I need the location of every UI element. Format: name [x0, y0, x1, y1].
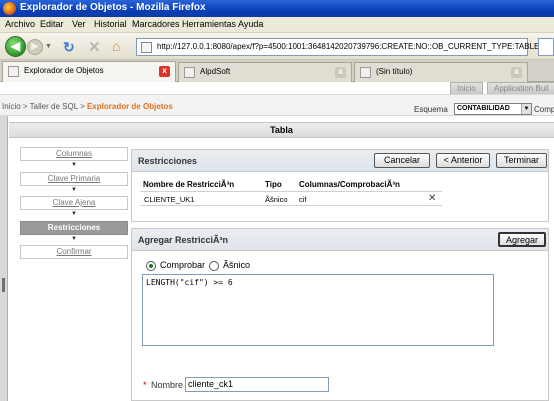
- menu-marcadores[interactable]: Marcadores: [132, 19, 180, 29]
- close-icon[interactable]: x: [511, 67, 522, 78]
- page-icon: [184, 67, 195, 78]
- page-icon: [8, 66, 19, 77]
- name-label: Nombre: [151, 380, 184, 390]
- constraints-title: Restricciones: [138, 156, 198, 166]
- add-button[interactable]: Agregar: [498, 232, 546, 247]
- constraint-name-input[interactable]: cliente_ck1: [185, 377, 329, 392]
- comp-label: Comp: [534, 105, 554, 114]
- previous-button[interactable]: < Anterior: [436, 153, 490, 168]
- schema-value: CONTABILIDAD: [457, 105, 510, 112]
- wizard-step-clave-ajena[interactable]: Clave Ajena: [20, 196, 128, 210]
- radio-unico-label: Ãšnico: [223, 260, 251, 270]
- tab-alpdsoft[interactable]: AlpdSoft x: [178, 62, 352, 82]
- tab-explorador[interactable]: Explorador de Objetos x: [2, 61, 176, 82]
- chevron-down-icon: ▼: [521, 104, 531, 114]
- chevron-down-icon: ▼: [71, 187, 77, 193]
- schema-label: Esquema: [414, 105, 448, 114]
- radio-comprobar-label: Comprobar: [160, 260, 206, 270]
- cancel-button[interactable]: Cancelar: [374, 153, 430, 168]
- region-title: Tabla: [270, 125, 293, 135]
- url-text: http://127.0.0.1:8080/apex/f?p=4500:1001…: [157, 42, 540, 51]
- tab-sin-titulo[interactable]: (Sin título) x: [354, 62, 528, 82]
- schema-select[interactable]: CONTABILIDAD ▼: [454, 103, 532, 115]
- chevron-down-icon: ▼: [71, 211, 77, 217]
- menu-herramientas[interactable]: Herramientas: [182, 19, 236, 29]
- window-titlebar: Explorador de Objetos - Mozilla Firefox: [0, 0, 554, 17]
- condition-textarea[interactable]: LENGTH("cif") >= 6: [142, 274, 494, 346]
- delete-icon[interactable]: ✕: [428, 193, 436, 204]
- apex-tab-inicio[interactable]: Inicio: [450, 82, 483, 94]
- tab-label: Explorador de Objetos: [24, 66, 104, 75]
- menu-ver[interactable]: Ver: [72, 19, 86, 29]
- menu-bar: Archivo Editar Ver Historial Marcadores …: [0, 17, 554, 33]
- column-header-type: Tipo: [265, 180, 282, 189]
- left-margin: [0, 116, 8, 401]
- splitter-grip[interactable]: [2, 278, 5, 292]
- table-row: CLIENTE_UK1 Ãšnico cif ✕: [140, 191, 442, 206]
- window-title: Explorador de Objetos - Mozilla Firefox: [20, 2, 206, 13]
- region-header: Tabla: [9, 122, 554, 138]
- reload-icon[interactable]: ↻: [63, 39, 75, 56]
- tab-label: AlpdSoft: [200, 67, 231, 76]
- constraints-header: Restricciones Cancelar < Anterior Termin…: [132, 150, 548, 172]
- page-icon: [360, 67, 371, 78]
- radio-comprobar[interactable]: [146, 261, 156, 271]
- menu-editar[interactable]: Editar: [40, 19, 64, 29]
- radio-unico[interactable]: [209, 261, 219, 271]
- wizard-step-columnas[interactable]: Columnas: [20, 147, 128, 161]
- chevron-down-icon: ▼: [71, 162, 77, 168]
- breadcrumb-current: Explorador de Objetos: [86, 102, 173, 111]
- constraint-type: Ãšnico: [265, 195, 288, 204]
- back-arrow-icon[interactable]: ◀: [5, 36, 26, 57]
- breadcrumb-separator: >: [77, 102, 87, 111]
- firefox-icon: [3, 2, 16, 15]
- breadcrumb-bar: Inicio > Taller de SQL > Explorador de O…: [0, 94, 554, 116]
- apex-header: Inicio Application Buil: [0, 82, 554, 94]
- menu-ayuda[interactable]: Ayuda: [238, 19, 263, 29]
- column-header-columns: Columnas/ComprobaciÃ³n: [299, 180, 400, 189]
- tab-strip: Explorador de Objetos x AlpdSoft x (Sin …: [0, 60, 554, 82]
- breadcrumb: Inicio > Taller de SQL > Explorador de O…: [2, 102, 173, 111]
- breadcrumb-taller-sql[interactable]: Taller de SQL: [30, 102, 78, 111]
- url-bar[interactable]: http://127.0.0.1:8080/apex/f?p=4500:1001…: [136, 38, 539, 56]
- forward-arrow-icon[interactable]: ▶: [27, 39, 43, 55]
- wizard-step-clave-primaria[interactable]: Clave Primaria: [20, 172, 128, 186]
- close-icon[interactable]: x: [335, 67, 346, 78]
- breadcrumb-separator: >: [20, 102, 30, 111]
- menu-historial[interactable]: Historial: [94, 19, 127, 29]
- add-constraint-region: Agregar RestricciÃ³n Agregar Comprobar Ã…: [131, 228, 549, 401]
- chevron-down-icon: ▼: [71, 236, 77, 242]
- constraint-columns: cif: [299, 195, 307, 204]
- menu-archivo[interactable]: Archivo: [5, 19, 35, 29]
- finish-button[interactable]: Terminar: [496, 153, 547, 168]
- add-constraint-header: Agregar RestricciÃ³n Agregar: [132, 229, 548, 251]
- required-mark: *: [143, 380, 147, 390]
- tab-label: (Sin título): [376, 67, 413, 76]
- history-dropdown-icon[interactable]: ▼: [45, 43, 52, 50]
- wizard-step-confirmar[interactable]: Confirmar: [20, 245, 128, 259]
- search-box[interactable]: [538, 38, 554, 56]
- constraints-region: Restricciones Cancelar < Anterior Termin…: [131, 149, 549, 222]
- breadcrumb-inicio[interactable]: Inicio: [2, 102, 21, 111]
- navigation-toolbar: ◀ ▶ ▼ ↻ ✕ ⌂ http://127.0.0.1:8080/apex/f…: [0, 33, 554, 60]
- home-icon[interactable]: ⌂: [112, 38, 120, 54]
- apex-tab-application-builder[interactable]: Application Buil: [487, 82, 554, 94]
- stop-icon[interactable]: ✕: [88, 38, 101, 56]
- wizard-step-restricciones: Restricciones: [20, 221, 128, 235]
- page-icon: [141, 42, 152, 53]
- add-constraint-title: Agregar RestricciÃ³n: [138, 235, 229, 245]
- close-icon[interactable]: x: [159, 66, 170, 77]
- column-header-name: Nombre de RestricciÃ³n: [143, 180, 235, 189]
- constraint-name: CLIENTE_UK1: [144, 195, 195, 204]
